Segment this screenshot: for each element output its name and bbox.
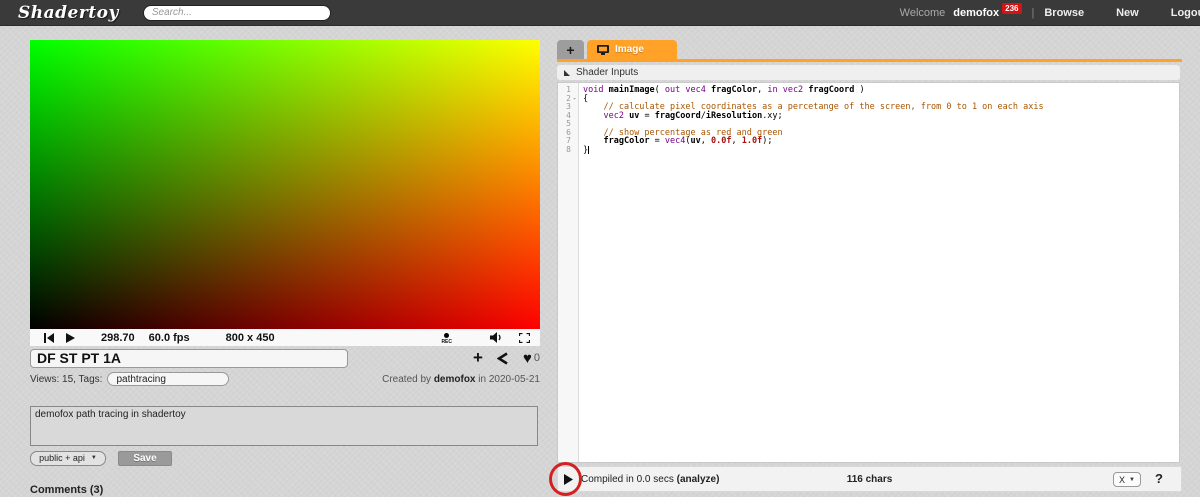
nav-browse[interactable]: Browse <box>1044 7 1084 19</box>
collapse-triangle-icon <box>564 70 570 76</box>
add-to-playlist-icon[interactable]: + <box>473 351 483 365</box>
nav-new[interactable]: New <box>1116 7 1139 19</box>
compiled-text: Compiled in 0.0 secs <box>581 474 677 485</box>
header-user-nav: Welcome demofox 236 | Browse New Logout <box>900 7 1200 19</box>
pass-tabs: + Image <box>557 40 1182 59</box>
visibility-select[interactable]: public + api ▼ <box>30 451 106 466</box>
accent-bar <box>557 59 1182 62</box>
caret-down-icon: ▼ <box>91 455 97 461</box>
code-panel: + Image Shader Inputs 12-345678 void mai… <box>557 40 1182 492</box>
publish-row: public + api ▼ Save <box>30 450 540 466</box>
author-name[interactable]: demofox <box>434 374 476 385</box>
record-dot-icon <box>444 333 449 338</box>
monitor-icon <box>597 45 609 55</box>
font-size-select[interactable]: X ▼ <box>1113 472 1141 487</box>
shader-title-input[interactable] <box>30 349 348 368</box>
comments-heading: Comments (3) <box>30 484 103 496</box>
visibility-value: public + api <box>39 453 85 463</box>
caret-down-icon: ▼ <box>1129 477 1135 483</box>
top-header: Shadertoy Welcome demofox 236 | Browse N… <box>0 0 1200 26</box>
created-by-text: Created by demofox in 2020-05-21 <box>382 374 540 385</box>
shader-meta-row: Views: 15, Tags: Created by demofox in 2… <box>30 371 540 387</box>
created-suffix: in 2020-05-21 <box>478 374 540 385</box>
like-button[interactable]: ♥ 0 <box>523 350 540 367</box>
compile-status: Compiled in 0.0 secs (analyze) <box>581 474 719 485</box>
record-label: REC <box>441 340 452 344</box>
search-input[interactable] <box>143 5 331 21</box>
welcome-text: Welcome <box>900 7 946 19</box>
code-editor[interactable]: 12-345678 void mainImage( out vec4 fragC… <box>557 82 1180 463</box>
font-size-value: X <box>1119 475 1125 485</box>
views-tags-label: Views: 15, Tags: <box>30 374 102 385</box>
editor-footer: Compiled in 0.0 secs (analyze) 116 chars… <box>557 466 1182 492</box>
volume-icon[interactable] <box>490 332 503 343</box>
nav-logout[interactable]: Logout <box>1171 7 1200 19</box>
description-textarea[interactable]: demofox path tracing in shadertoy <box>30 406 538 446</box>
created-prefix: Created by <box>382 374 431 385</box>
record-button[interactable]: REC <box>441 331 452 344</box>
code-gutter: 12-345678 <box>558 83 579 462</box>
fps-counter: 60.0 fps <box>149 332 190 344</box>
help-button[interactable]: ? <box>1155 471 1163 486</box>
add-pass-tab[interactable]: + <box>557 40 584 59</box>
analyze-link[interactable]: (analyze) <box>677 474 720 485</box>
shader-inputs-label: Shader Inputs <box>576 67 638 78</box>
like-count: 0 <box>534 352 540 364</box>
username-link[interactable]: demofox <box>953 7 999 19</box>
tab-image[interactable]: Image <box>587 40 677 59</box>
heart-icon: ♥ <box>523 350 532 367</box>
shader-title-row: + ♥ 0 <box>30 348 540 368</box>
code-lines: void mainImage( out vec4 fragColor, in v… <box>579 83 1179 462</box>
fullscreen-icon[interactable] <box>519 333 530 343</box>
playback-time: 298.70 <box>101 332 135 344</box>
tab-image-label: Image <box>615 44 644 55</box>
header-divider: | <box>1032 7 1035 19</box>
shader-inputs-toggle[interactable]: Shader Inputs <box>557 65 1180 80</box>
shadertoy-page: Shadertoy Welcome demofox 236 | Browse N… <box>0 0 1200 497</box>
play-icon[interactable] <box>66 333 75 343</box>
shader-preview-canvas[interactable] <box>30 40 540 329</box>
save-button[interactable]: Save <box>118 451 172 466</box>
resolution-label: 800 x 450 <box>226 332 275 344</box>
notification-badge[interactable]: 236 <box>1002 3 1021 14</box>
playback-bar: 298.70 60.0 fps 800 x 450 REC <box>30 329 540 346</box>
shadertoy-logo[interactable]: Shadertoy <box>18 3 119 23</box>
share-icon[interactable] <box>497 352 509 365</box>
compile-play-icon[interactable] <box>564 474 573 485</box>
rewind-icon[interactable] <box>44 333 54 343</box>
tags-input[interactable] <box>107 372 229 386</box>
char-count: 116 chars <box>847 474 893 485</box>
shader-actions: + ♥ 0 <box>473 350 540 367</box>
